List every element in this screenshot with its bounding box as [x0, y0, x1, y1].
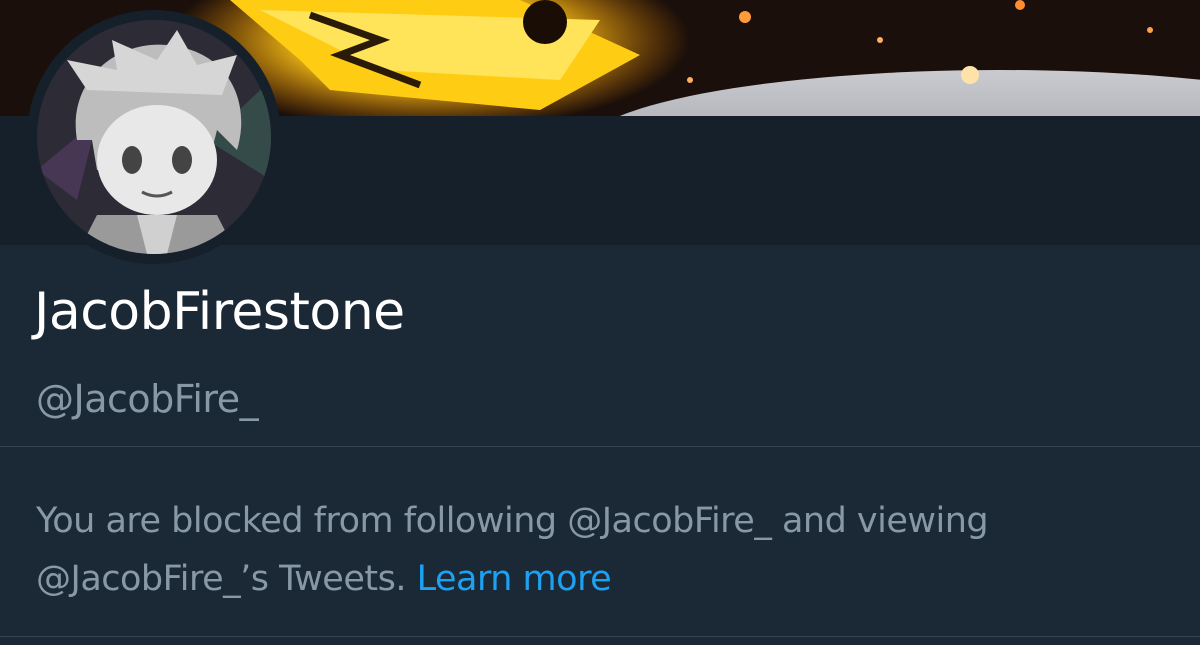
blocked-notice: You are blocked from following @JacobFir…: [36, 492, 1166, 608]
profile-display-name: JacobFirestone: [34, 282, 405, 342]
section-divider: [0, 446, 1200, 447]
avatar[interactable]: [37, 20, 271, 254]
avatar-character-artwork: [37, 20, 271, 254]
bottom-divider: [0, 636, 1200, 637]
profile-handle: @JacobFire_: [36, 377, 259, 421]
profile-page: JacobFirestone @JacobFire_ You are block…: [0, 0, 1200, 645]
avatar-border: [27, 10, 281, 264]
learn-more-link[interactable]: Learn more: [417, 559, 612, 599]
